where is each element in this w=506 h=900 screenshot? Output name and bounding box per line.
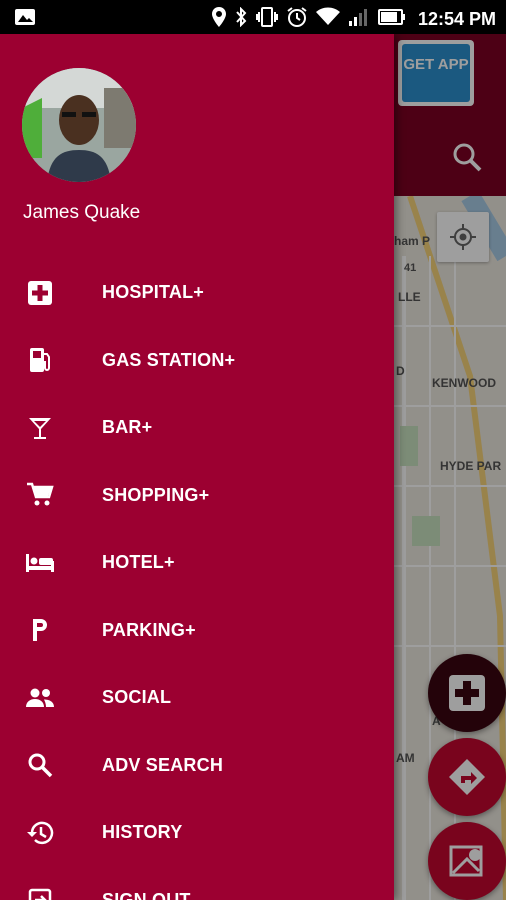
menu-label-adv-search: ADV SEARCH [102, 754, 224, 775]
menu-item-social[interactable]: SOCIAL [0, 664, 394, 732]
menu-item-shopping[interactable]: SHOPPING+ [0, 462, 394, 530]
alarm-icon [286, 6, 308, 33]
navigation-drawer: James Quake HOSPITAL+ GAS STATION+ BAR+ [0, 34, 394, 900]
sign-out-icon [23, 883, 57, 900]
menu-item-hospital[interactable]: HOSPITAL+ [0, 259, 394, 327]
menu-item-hotel[interactable]: HOTEL+ [0, 529, 394, 597]
status-time: 12:54 PM [417, 9, 496, 29]
menu-label-hospital: HOSPITAL+ [102, 282, 204, 303]
wifi-icon [315, 7, 340, 32]
menu-label-history: HISTORY [102, 822, 183, 843]
history-icon [23, 816, 57, 850]
cart-icon [23, 478, 57, 512]
menu-label-gas-station: GAS STATION+ [102, 349, 236, 370]
menu-item-sign-out[interactable]: SIGN OUT [0, 867, 394, 900]
menu-item-bar[interactable]: BAR+ [0, 394, 394, 462]
menu-label-hotel: HOTEL+ [102, 552, 175, 573]
menu-item-adv-search[interactable]: ADV SEARCH [0, 732, 394, 800]
avatar[interactable] [22, 68, 136, 182]
menu-label-shopping: SHOPPING+ [102, 484, 210, 505]
status-bar: 12:54 PM [0, 0, 506, 34]
search-icon [23, 748, 57, 782]
menu-label-parking: PARKING+ [102, 619, 196, 640]
menu-label-social: SOCIAL [102, 687, 172, 708]
menu-label-sign-out: SIGN OUT [102, 889, 191, 900]
image-notification-icon [14, 8, 36, 31]
hospital-icon [23, 276, 57, 310]
hotel-bed-icon [23, 546, 57, 580]
cocktail-icon [23, 411, 57, 445]
menu-item-parking[interactable]: PARKING+ [0, 597, 394, 665]
parking-icon [23, 613, 57, 647]
signal-icon [348, 7, 370, 32]
user-name: James Quake [23, 202, 141, 223]
bluetooth-icon [234, 6, 248, 32]
battery-icon [377, 8, 406, 31]
gas-station-icon [23, 343, 57, 377]
people-icon [23, 681, 57, 715]
menu-item-history[interactable]: HISTORY [0, 799, 394, 867]
vibrate-icon [255, 7, 278, 32]
menu-label-bar: BAR+ [102, 417, 153, 438]
menu-item-gas-station[interactable]: GAS STATION+ [0, 327, 394, 395]
location-icon [211, 7, 226, 32]
drawer-menu: HOSPITAL+ GAS STATION+ BAR+ SHOPPING+ HO… [0, 259, 394, 900]
